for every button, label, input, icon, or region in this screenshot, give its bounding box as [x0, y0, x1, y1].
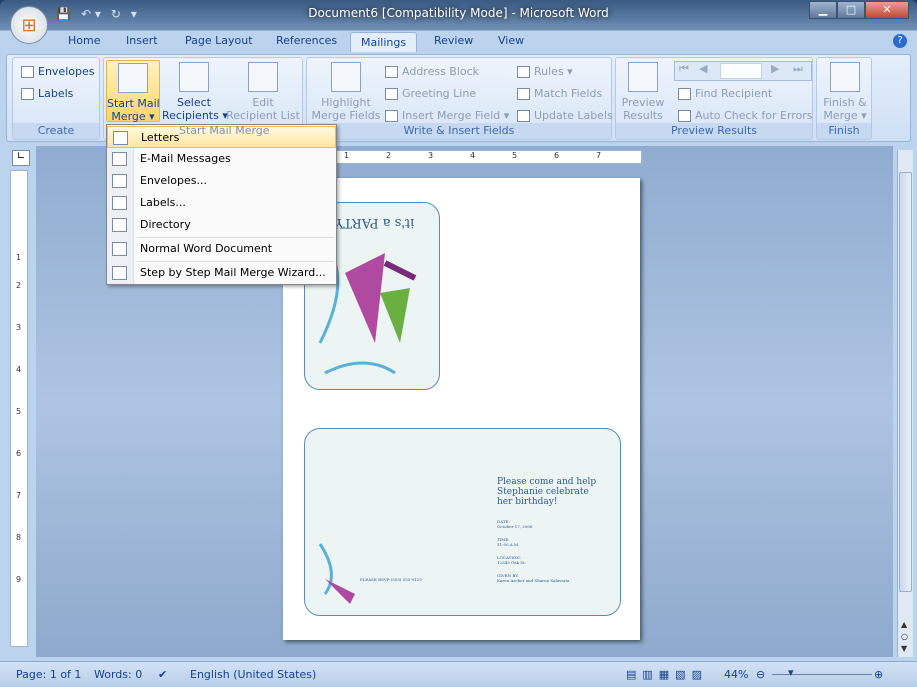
zoom-in-button[interactable]: ⊕: [874, 668, 883, 681]
horizontal-ruler[interactable]: 1 2 3 4 5 6 7: [300, 150, 642, 164]
envelopes-button[interactable]: Envelopes: [21, 65, 94, 78]
preview-results-button[interactable]: Preview Results: [618, 62, 668, 122]
zoom-level[interactable]: 44%: [724, 668, 748, 681]
party-horn-illustration: [318, 543, 355, 604]
maximize-button[interactable]: □: [837, 1, 865, 19]
next-record-button[interactable]: ▶: [771, 62, 779, 75]
recipients-icon: [179, 62, 209, 92]
group-finish: Finish & Merge ▾ Finish: [816, 57, 872, 140]
tab-insert[interactable]: Insert: [126, 34, 158, 47]
match-fields-button[interactable]: Match Fields: [517, 87, 602, 100]
update-labels-button[interactable]: Update Labels: [517, 109, 613, 122]
word-count[interactable]: Words: 0: [94, 668, 142, 681]
find-recipient-button[interactable]: Find Recipient: [678, 87, 772, 100]
ruler-toggle[interactable]: ∟: [12, 150, 30, 166]
ribbon: Envelopes Labels Create Start Mail Merge …: [6, 54, 911, 142]
address-block-button[interactable]: Address Block: [385, 65, 479, 78]
finish-merge-button[interactable]: Finish & Merge ▾: [819, 62, 871, 122]
find-icon: [678, 88, 691, 100]
record-number-input[interactable]: [720, 63, 762, 79]
menu-item-mail-merge-wizard[interactable]: Step by Step Mail Merge Wizard...: [107, 262, 336, 284]
envelope-icon: [21, 66, 34, 78]
update-labels-icon: [517, 110, 530, 122]
magnifier-icon: [628, 62, 658, 92]
labels-icon: [112, 196, 127, 210]
tab-page-layout[interactable]: Page Layout: [185, 34, 253, 47]
start-mail-merge-menu: Letters E-Mail Messages Envelopes... Lab…: [106, 124, 337, 285]
card-inside: Please come and help Stephanie celebrate…: [304, 428, 621, 616]
word-window: ⊞ 💾 ↶ ▾ ↻ ▾ Document6 [Compatibility Mod…: [0, 0, 917, 687]
group-start-mail-merge: Start Mail Merge ▾ Select Recipients ▾ Edi…: [103, 57, 303, 140]
insert-field-icon: [385, 110, 398, 122]
window-title: Document6 [Compatibility Mode] - Microso…: [308, 6, 609, 20]
auto-check-errors-button[interactable]: Auto Check for Errors: [678, 109, 813, 122]
word-document-icon: [112, 242, 127, 256]
select-recipients-button[interactable]: Select Recipients ▾: [162, 62, 228, 122]
group-create: Envelopes Labels Create: [12, 57, 100, 140]
browse-buttons[interactable]: ▲ ○ ▼: [901, 619, 908, 655]
rules-button[interactable]: Rules ▾: [517, 65, 573, 78]
help-icon[interactable]: ?: [893, 34, 907, 48]
highlight-merge-fields-button[interactable]: Highlight Merge Fields: [311, 62, 381, 122]
rules-icon: [517, 66, 530, 78]
view-buttons[interactable]: ▤▥▦▧▨: [626, 668, 708, 681]
first-record-button[interactable]: ⏮: [679, 62, 689, 76]
previous-record-button[interactable]: ◀: [699, 62, 707, 75]
proofing-icon[interactable]: ✔: [158, 668, 167, 681]
check-icon: [678, 110, 691, 122]
match-fields-icon: [517, 88, 530, 100]
ribbon-tabs: Home Insert Page Layout References Maili…: [0, 32, 917, 54]
office-button[interactable]: ⊞: [10, 6, 48, 44]
menu-item-envelopes[interactable]: Envelopes...: [107, 170, 336, 192]
wizard-icon: [112, 266, 127, 280]
edit-list-icon: [248, 62, 278, 92]
last-record-button[interactable]: ⏭: [793, 62, 803, 76]
page-count[interactable]: Page: 1 of 1: [16, 668, 81, 681]
address-block-icon: [385, 66, 398, 78]
menu-item-normal-document[interactable]: Normal Word Document: [107, 238, 336, 260]
greeting-line-button[interactable]: Greeting Line: [385, 87, 476, 100]
zoom-out-button[interactable]: ⊖: [756, 668, 765, 681]
group-label: Preview Results: [616, 123, 812, 139]
group-write-insert-fields: Highlight Merge Fields Address Block Gree…: [306, 57, 613, 140]
mail-merge-icon: [118, 63, 148, 93]
group-preview-results: Preview Results ⏮ ◀ ▶ ⏭ Find Recipient Au…: [615, 57, 813, 140]
labels-button[interactable]: Labels: [21, 87, 73, 100]
close-button[interactable]: ✕: [865, 1, 909, 19]
greeting-line-icon: [385, 88, 398, 100]
labels-icon: [21, 88, 34, 100]
menu-item-email-messages[interactable]: E-Mail Messages: [107, 148, 336, 170]
group-label: Start Mail Merge: [179, 124, 270, 137]
document-icon: [331, 62, 361, 92]
status-bar: Page: 1 of 1 Words: 0 ✔ English (United …: [0, 661, 917, 687]
directory-icon: [112, 218, 127, 232]
tab-references[interactable]: References: [276, 34, 337, 47]
scrollbar-thumb[interactable]: [899, 172, 912, 592]
zoom-slider[interactable]: [772, 674, 872, 675]
group-label: Write & Insert Fields: [307, 123, 611, 139]
vertical-scrollbar[interactable]: ▲ ○ ▼: [897, 150, 913, 657]
start-mail-merge-button[interactable]: Start Mail Merge ▾: [106, 60, 160, 123]
vertical-ruler[interactable]: 1 2 3 4 5 6 7 8 9: [10, 170, 28, 647]
insert-merge-field-button[interactable]: Insert Merge Field ▾: [385, 109, 509, 122]
zoom-slider-thumb[interactable]: ▾: [788, 666, 794, 679]
menu-item-labels[interactable]: Labels...: [107, 192, 336, 214]
edit-recipient-list-button[interactable]: Edit Recipient List: [226, 62, 300, 122]
tab-mailings[interactable]: Mailings: [350, 32, 418, 52]
email-icon: [112, 152, 127, 166]
tab-view[interactable]: View: [498, 34, 524, 47]
tab-review[interactable]: Review: [434, 34, 473, 47]
invite-text: Please come and help Stephanie celebrate…: [497, 477, 597, 507]
menu-item-directory[interactable]: Directory: [107, 214, 336, 236]
group-label: Finish: [817, 123, 871, 139]
language-indicator[interactable]: English (United States): [190, 668, 316, 681]
tab-home[interactable]: Home: [68, 34, 100, 47]
envelope-icon: [112, 174, 127, 188]
minimize-button[interactable]: ▁: [809, 1, 837, 19]
group-label: Create: [13, 123, 99, 139]
record-navigator: ⏮ ◀ ▶ ⏭: [674, 61, 812, 81]
finish-merge-icon: [830, 62, 860, 92]
